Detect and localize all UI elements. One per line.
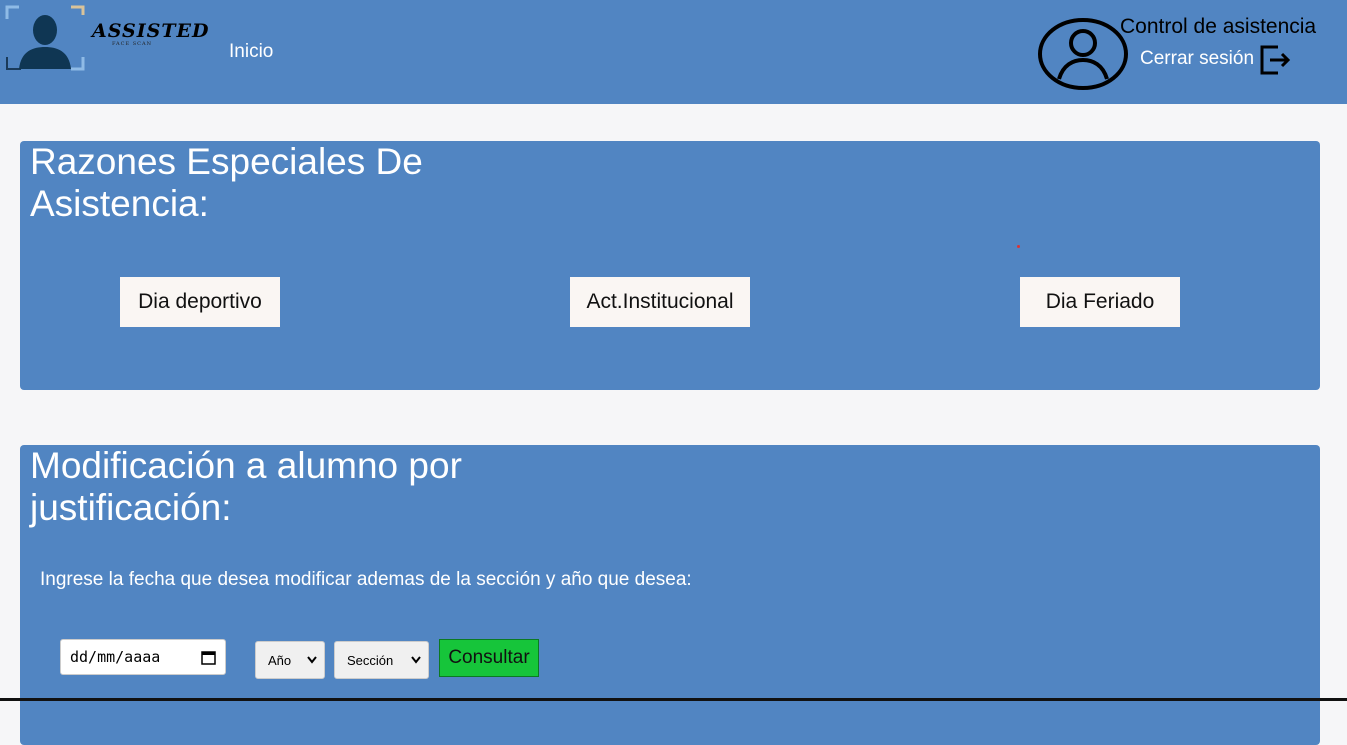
year-select[interactable]: Año	[255, 641, 325, 679]
date-placeholder: dd/mm/aaaa	[70, 648, 161, 666]
chevron-down-icon	[307, 656, 317, 664]
brand-tagline: FACE SCAN	[112, 41, 152, 47]
section-select[interactable]: Sección	[334, 641, 429, 679]
date-input[interactable]: dd/mm/aaaa	[60, 639, 226, 675]
logout-icon	[1260, 45, 1291, 75]
calendar-icon[interactable]	[201, 650, 216, 665]
section-select-value: Sección	[347, 652, 394, 668]
app-title: Control de asistencia	[1120, 15, 1317, 38]
dia-feriado-button[interactable]: Dia Feriado	[1020, 277, 1180, 327]
logout-label: Cerrar sesión	[1140, 48, 1255, 69]
consult-button[interactable]: Consultar	[439, 639, 539, 677]
modification-title: Modificación a alumno por justificación:	[30, 445, 462, 528]
special-reasons-title: Razones Especiales De Asistencia:	[30, 141, 423, 224]
chevron-down-icon	[411, 656, 421, 664]
modification-instructions: Ingrese la fecha que desea modificar ade…	[40, 569, 692, 590]
nav-link-inicio[interactable]: Inicio	[229, 41, 273, 63]
act-institucional-button[interactable]: Act.Institucional	[570, 277, 750, 327]
dia-deportivo-button[interactable]: Dia deportivo	[120, 277, 280, 327]
logout-button[interactable]: Cerrar sesión	[1140, 43, 1292, 75]
user-avatar-icon[interactable]	[1037, 17, 1129, 96]
brand-name: ASSISTED	[92, 20, 210, 42]
decorative-dot	[1017, 245, 1020, 248]
special-reasons-card: Razones Especiales De Asistencia: Dia de…	[20, 141, 1320, 390]
year-select-value: Año	[268, 652, 292, 668]
top-navbar: ASSISTED FACE SCAN Inicio Control de asi…	[0, 0, 1347, 104]
person-silhouette-logo-icon	[5, 5, 85, 71]
